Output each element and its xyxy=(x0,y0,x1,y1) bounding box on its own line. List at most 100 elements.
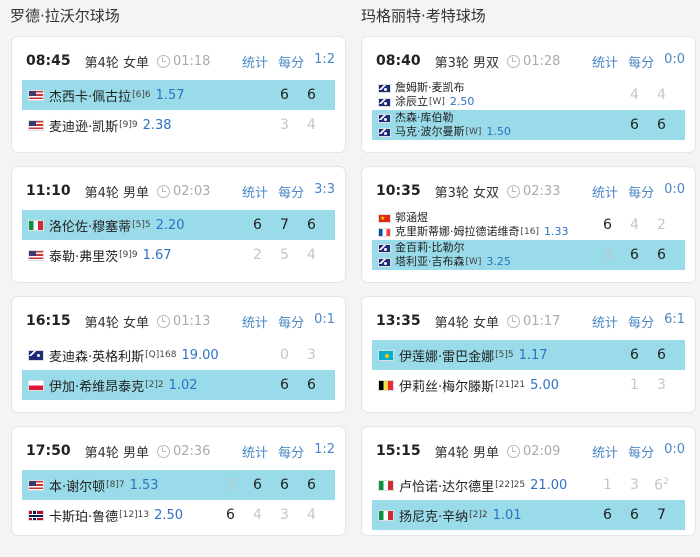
player-name[interactable]: 洛伦佐·穆塞蒂 xyxy=(49,216,131,235)
doubles-pair: 金百莉·比勒尔 塔利亚·吉布森 [W] 3.25 xyxy=(378,241,511,269)
points-link[interactable]: 每分 xyxy=(628,182,654,201)
set-score: 6 xyxy=(630,507,639,523)
flag-icon xyxy=(28,89,44,101)
player-odds: 2.20 xyxy=(155,217,185,233)
h2h-score[interactable]: 1:2 xyxy=(314,442,335,461)
player-odds: 21.00 xyxy=(530,477,568,493)
player-name[interactable]: 杰西卡·佩古拉 xyxy=(49,86,131,105)
stats-link[interactable]: 统计 xyxy=(592,52,618,71)
h2h-score[interactable]: 0:0 xyxy=(664,182,685,201)
match-card[interactable]: 11:10 第4轮 男单 02:03 统计 每分 3:3 洛伦佐·穆塞蒂 [5]5 2.20 6 7… xyxy=(11,166,346,283)
player-seed: [6]6 xyxy=(132,90,151,100)
match-links: 统计 每分 6:1 xyxy=(592,312,685,331)
flag-icon xyxy=(28,249,44,261)
flag-icon xyxy=(378,227,391,237)
set-score: 4 xyxy=(253,507,262,523)
match-card[interactable]: 08:45 第4轮 女单 01:18 统计 每分 1:2 杰西卡·佩古拉 [6]6 1.57 6 6… xyxy=(11,36,346,153)
flag-icon xyxy=(378,243,391,253)
pair-player: 克里斯蒂娜·姆拉德诺维奇 [16] 1.33 xyxy=(378,225,568,239)
h2h-score[interactable]: 0:0 xyxy=(664,442,685,461)
set-scores: 34 xyxy=(271,110,325,140)
player-odds: 1.67 xyxy=(142,247,172,263)
player-seed: [22]25 xyxy=(495,480,526,490)
points-link[interactable]: 每分 xyxy=(278,312,304,331)
match-card[interactable]: 16:15 第4轮 女单 01:13 统计 每分 0:1 麦迪森·英格利斯 [Q]168 19.… xyxy=(11,296,346,413)
player-odds: 19.00 xyxy=(181,347,219,363)
player-name[interactable]: 伊莉丝·梅尔滕斯 xyxy=(399,376,494,395)
h2h-score[interactable]: 6:1 xyxy=(664,312,685,331)
set-scores: 6 7 6 xyxy=(244,210,325,240)
player-name[interactable]: 伊加·希维昂泰克 xyxy=(49,376,144,395)
h2h-score[interactable]: 0:0 xyxy=(664,52,685,71)
player-name[interactable]: 扬尼克·辛纳 xyxy=(399,506,468,525)
player-odds: 1.53 xyxy=(129,477,159,493)
player-row: 本·谢尔顿 [8]7 1.53 3 6 6 6 xyxy=(22,470,335,500)
match-card[interactable]: 08:40 第3轮 男双 01:28 统计 每分 0:0 詹姆斯·麦凯布 涂辰立 [W] 2.50… xyxy=(361,36,696,153)
match-time: 15:15 xyxy=(376,443,421,459)
stats-link[interactable]: 统计 xyxy=(242,442,268,461)
match-links: 统计 每分 0:1 xyxy=(242,312,335,331)
player-name[interactable]: 麦迪逊·凯斯 xyxy=(49,116,118,135)
match-card[interactable]: 10:35 第3轮 女双 02:33 统计每分 0:0 郭涵煜克里斯蒂娜·姆拉德诺维奇[1… xyxy=(361,166,696,283)
match-card[interactable]: 13:35 第4轮 女单 01:17 统计 每分 6:1 伊莲娜·雷巴金娜 [5]5 1.17 6… xyxy=(361,296,696,413)
match-round: 第4轮 女单 xyxy=(434,315,499,331)
stats-link[interactable]: 统计 xyxy=(592,312,618,331)
clock-icon xyxy=(156,314,170,328)
set-score: 6 xyxy=(603,217,612,233)
stats-link[interactable]: 统计 xyxy=(592,182,618,201)
set-score: 2 xyxy=(657,217,666,233)
stats-link[interactable]: 统计 xyxy=(242,52,268,71)
doubles-pair: 詹姆斯·麦凯布 涂辰立 [W] 2.50 xyxy=(378,81,474,109)
stats-link[interactable]: 统计 xyxy=(242,312,268,331)
player-name[interactable]: 杰森·库伯勒 xyxy=(395,111,454,125)
player-name[interactable]: 伊莲娜·雷巴金娜 xyxy=(399,346,494,365)
player-name[interactable]: 卡斯珀·鲁德 xyxy=(49,506,118,525)
player-row: 伊加·希维昂泰克 [2]2 1.02 6 6 xyxy=(22,370,335,400)
player-name[interactable]: 塔利亚·吉布森 xyxy=(395,255,465,269)
pair-player: 马克·波尔曼斯 [W] 1.50 xyxy=(378,125,511,139)
player-name[interactable]: 马克·波尔曼斯 xyxy=(395,125,465,139)
player-odds: 1.02 xyxy=(168,377,198,393)
pair-player: 金百莉·比勒尔 xyxy=(378,241,511,255)
set-scores: 03 xyxy=(271,340,325,370)
player-name[interactable]: 涂辰立 xyxy=(395,95,428,109)
player-name[interactable]: 金百莉·比勒尔 xyxy=(395,241,465,255)
doubles-pair: 郭涵煜克里斯蒂娜·姆拉德诺维奇[16] 1.33 xyxy=(378,211,568,239)
stats-link[interactable]: 统计 xyxy=(242,182,268,201)
match-header: 16:15 第4轮 女单 01:13 统计 每分 0:1 xyxy=(26,311,335,331)
set-score: 3 xyxy=(226,477,235,493)
player-seed: [9]9 xyxy=(119,250,138,260)
points-link[interactable]: 每分 xyxy=(278,442,304,461)
set-score: 3 xyxy=(630,477,639,493)
stats-link[interactable]: 统计 xyxy=(592,442,618,461)
player-seed: [12]13 xyxy=(119,510,150,520)
flag-icon xyxy=(378,479,394,491)
h2h-score[interactable]: 0:1 xyxy=(314,312,335,331)
match-duration: 02:09 xyxy=(522,443,561,459)
match-card[interactable]: 17:50 第4轮 男单 02:36 统计 每分 1:2 本·谢尔顿 [8]7 1.53 3 6 6 6… xyxy=(11,426,346,536)
match-card[interactable]: 15:15 第4轮 男单 02:09 统计 每分 0:0 卢恰诺·达尔德里 [22]25 21.… xyxy=(361,426,696,536)
player-seed: [5]5 xyxy=(132,220,151,230)
set-score: 6 xyxy=(630,347,639,363)
player-name[interactable]: 郭涵煜 xyxy=(395,211,428,225)
points-link[interactable]: 每分 xyxy=(278,182,304,201)
player-name[interactable]: 麦迪森·英格利斯 xyxy=(49,346,144,365)
player-row: 金百莉·比勒尔 塔利亚·吉布森 [W] 3.25 3 6 6 xyxy=(372,240,685,270)
player-name[interactable]: 本·谢尔顿 xyxy=(49,476,105,495)
points-link[interactable]: 每分 xyxy=(628,52,654,71)
player-name[interactable]: 泰勒·弗里茨 xyxy=(49,246,118,265)
match-header: 10:35 第3轮 女双 02:33 统计 每分 0:0 xyxy=(376,181,685,201)
player-name[interactable]: 詹姆斯·麦凯布 xyxy=(395,81,465,95)
player-name[interactable]: 卢恰诺·达尔德里 xyxy=(399,476,494,495)
player-row: 伊莉丝·梅尔滕斯 [21]21 5.00 1 3 xyxy=(372,370,685,400)
player-name[interactable]: 克里斯蒂娜·姆拉德诺维奇 xyxy=(395,225,520,239)
points-link[interactable]: 每分 xyxy=(628,442,654,461)
h2h-score[interactable]: 3:3 xyxy=(314,182,335,201)
points-link[interactable]: 每分 xyxy=(628,312,654,331)
match-duration: 01:13 xyxy=(172,313,211,329)
points-link[interactable]: 每分 xyxy=(278,52,304,71)
set-score: 4 xyxy=(630,217,639,233)
set-score: 6 xyxy=(657,347,666,363)
player-row: 洛伦佐·穆塞蒂 [5]5 2.20 6 7 6 xyxy=(22,210,335,240)
h2h-score[interactable]: 1:2 xyxy=(314,52,335,71)
